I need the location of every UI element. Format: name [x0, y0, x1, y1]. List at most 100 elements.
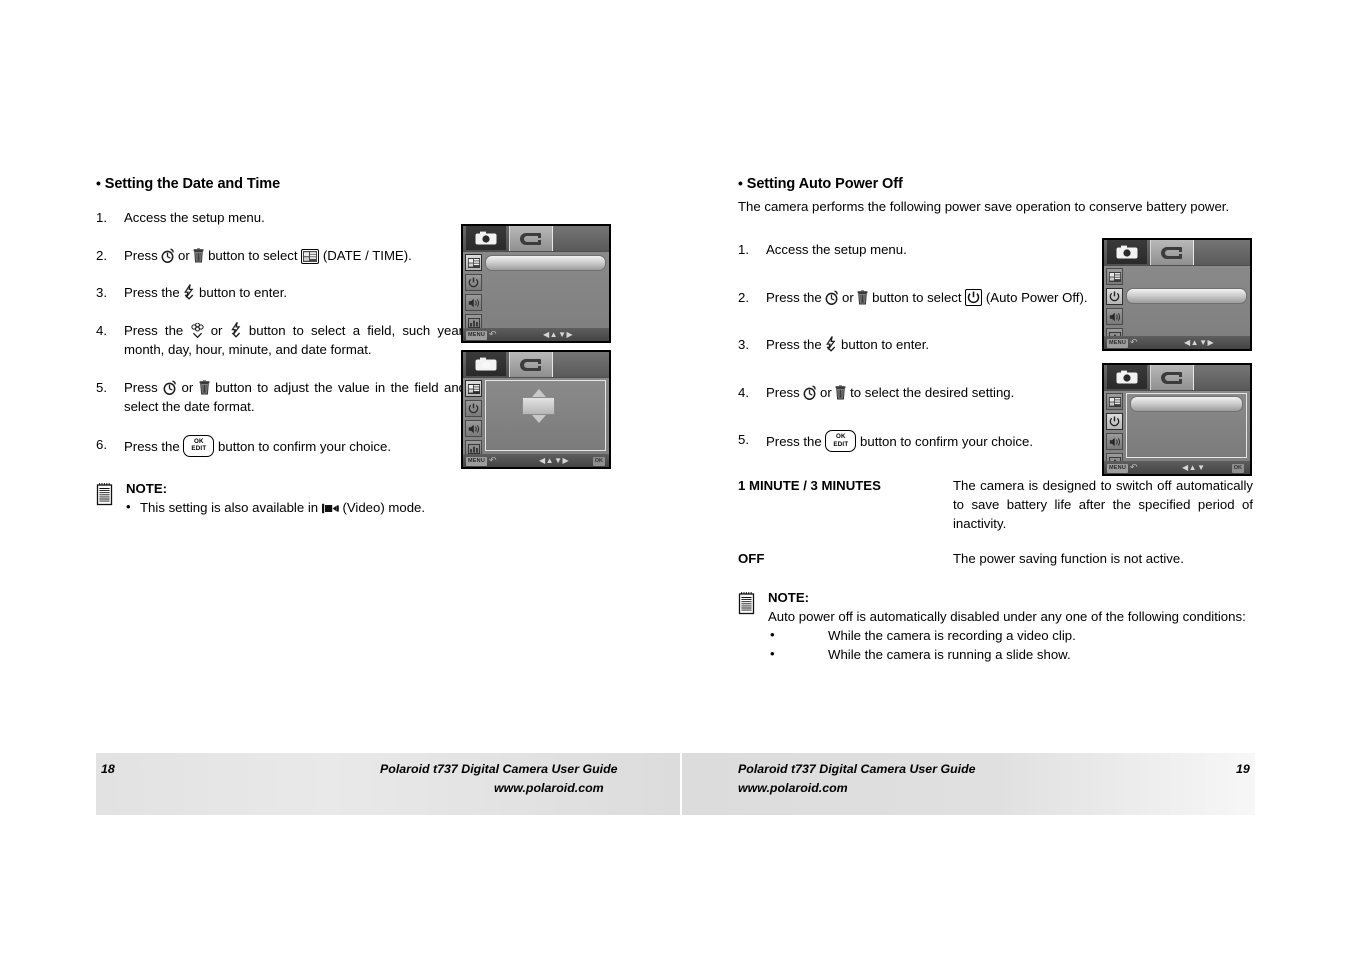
menu-icon-date-time[interactable] [1106, 393, 1123, 410]
step-number: 3. [738, 337, 749, 352]
notepad-icon [96, 482, 114, 506]
step-text: or [176, 379, 199, 395]
lcd-menu-label[interactable]: MENU [466, 456, 487, 466]
menu-icon-date-time[interactable] [465, 254, 482, 271]
setup-mode-tab[interactable] [509, 226, 554, 251]
step-text: or [174, 247, 194, 263]
lcd-menu-label[interactable]: MENU [1107, 463, 1128, 473]
lcd-tab-filler [1194, 365, 1250, 390]
menu-icon-beep-volume[interactable] [465, 294, 482, 311]
lcd-ok-label[interactable]: OK [592, 456, 605, 466]
lcd-highlighted-row[interactable] [1126, 288, 1247, 304]
notepad-icon [738, 591, 756, 615]
date-field-selector[interactable] [522, 389, 555, 423]
step-text: or [816, 384, 836, 400]
lcd-back-icon[interactable]: ↶ [489, 455, 497, 466]
step-text: to select the desired setting. [846, 384, 1015, 400]
capture-mode-tab[interactable] [466, 226, 506, 250]
ok-label: OK [836, 433, 846, 441]
page-footer: 18 Polaroid t737 Digital Camera User Gui… [0, 753, 1351, 815]
step-text: Press [766, 384, 804, 400]
self-timer-icon [163, 380, 176, 395]
right-page-note: NOTE: Auto power off is automatically di… [738, 590, 1253, 664]
menu-icon-beep-volume[interactable] [1106, 308, 1123, 325]
note-title: NOTE: [126, 480, 168, 496]
lcd-menu-label[interactable]: MENU [1107, 338, 1128, 348]
video-mode-icon [321, 500, 339, 513]
step-number: 2. [96, 247, 107, 263]
step-3: 3. Press the button to enter. [96, 283, 466, 303]
lcd-screen-setup-menu-auto-power-off: MENU ↶ ◀▲▼▶ [1102, 238, 1252, 351]
lcd-menu-label[interactable]: MENU [466, 330, 487, 340]
step-text: button to enter. [195, 285, 288, 300]
step-text: Access the setup menu. [124, 210, 265, 225]
capture-mode-tab[interactable] [1107, 240, 1147, 264]
step-text: Press [124, 379, 164, 395]
lcd-tab-bar [1104, 240, 1250, 266]
step-text: Press the [766, 337, 826, 352]
step-text: Press the [124, 285, 184, 300]
capture-mode-tab[interactable] [1107, 365, 1147, 389]
step-text: button to select [204, 247, 302, 263]
lcd-tab-filler [1194, 240, 1250, 265]
step-text: Press the [766, 434, 826, 449]
increase-arrow-icon[interactable] [531, 389, 546, 397]
menu-icon-date-time[interactable] [465, 380, 482, 397]
lcd-screen-auto-power-off-edit: MENU ↶ ◀▲▼ OK [1102, 363, 1252, 476]
menu-icon-auto-power-off[interactable] [465, 400, 482, 417]
step-text: button to enter. [837, 337, 930, 352]
step-text: Press the [124, 322, 191, 338]
step-number: 3. [96, 285, 107, 300]
ok-edit-button-icon: OK EDIT [825, 430, 857, 452]
decrease-arrow-icon[interactable] [531, 415, 546, 423]
lcd-back-icon[interactable]: ↶ [1130, 462, 1138, 473]
user-guide-page-spread: • Setting the Date and Time 1. Access th… [0, 0, 1351, 954]
menu-icon-auto-power-off[interactable] [1106, 288, 1123, 305]
footer-url-right: www.polaroid.com [738, 781, 848, 795]
page-number-left: 18 [101, 762, 115, 776]
table-row: 1 MINUTE / 3 MINUTES The camera is desig… [738, 476, 1253, 549]
step-text: Press the [766, 289, 826, 305]
setup-mode-tab[interactable] [1150, 365, 1195, 390]
lcd-navigation-arrows: ◀▲▼▶ [539, 455, 570, 465]
step-text: Press the [124, 438, 184, 454]
lcd-back-icon[interactable]: ↶ [1130, 337, 1138, 348]
step-number: 2. [738, 289, 749, 305]
option-term: OFF [738, 551, 765, 566]
heading-bullet: • [738, 175, 743, 191]
lcd-tab-bar [463, 226, 609, 252]
lcd-back-icon[interactable]: ↶ [489, 329, 497, 340]
lcd-navigation-arrows: ◀▲▼▶ [1184, 337, 1215, 347]
step-text: (DATE / TIME). [319, 247, 412, 263]
menu-icon-beep-volume[interactable] [1106, 433, 1123, 450]
lcd-status-bar: MENU ↶ ◀▲▼▶ OK [463, 454, 609, 467]
setup-mode-tab[interactable] [509, 352, 554, 377]
lcd-navigation-arrows: ◀▲▼ [1182, 462, 1206, 472]
step-number: 4. [738, 384, 749, 400]
footer-title-left: Polaroid t737 Digital Camera User Guide [380, 762, 618, 776]
lcd-content-panel [1126, 393, 1247, 458]
option-term: 1 MINUTE / 3 MINUTES [738, 478, 881, 493]
self-timer-icon [825, 290, 839, 305]
menu-icon-date-time[interactable] [1106, 268, 1123, 285]
lcd-ok-label[interactable]: OK [1231, 463, 1244, 473]
lcd-highlighted-row[interactable] [485, 255, 606, 271]
lcd-screen-setup-menu-date-time: MENU ↶ ◀▲▼▶ [461, 224, 611, 343]
menu-icon-auto-power-off[interactable] [1106, 413, 1123, 430]
step-text: button to select [868, 289, 966, 305]
step-text: button to confirm your choice. [856, 434, 1034, 449]
lcd-tab-bar [463, 352, 609, 378]
step-text: or [203, 322, 230, 338]
lcd-highlighted-row[interactable] [1130, 396, 1243, 412]
menu-icon-auto-power-off[interactable] [465, 274, 482, 291]
menu-icon-beep-volume[interactable] [465, 420, 482, 437]
heading-text: Setting Auto Power Off [746, 176, 903, 192]
note-body: Auto power off is automatically disabled… [768, 609, 1246, 624]
step-text: button to confirm your choice. [214, 438, 392, 454]
step-text: (Auto Power Off). [982, 289, 1088, 305]
note-title: NOTE: [768, 590, 810, 605]
setup-mode-tab[interactable] [1150, 240, 1195, 265]
capture-mode-tab[interactable] [466, 352, 506, 376]
step-2: 2. Press or button to select (DATE / TIME… [96, 246, 466, 266]
self-timer-icon [161, 248, 175, 263]
